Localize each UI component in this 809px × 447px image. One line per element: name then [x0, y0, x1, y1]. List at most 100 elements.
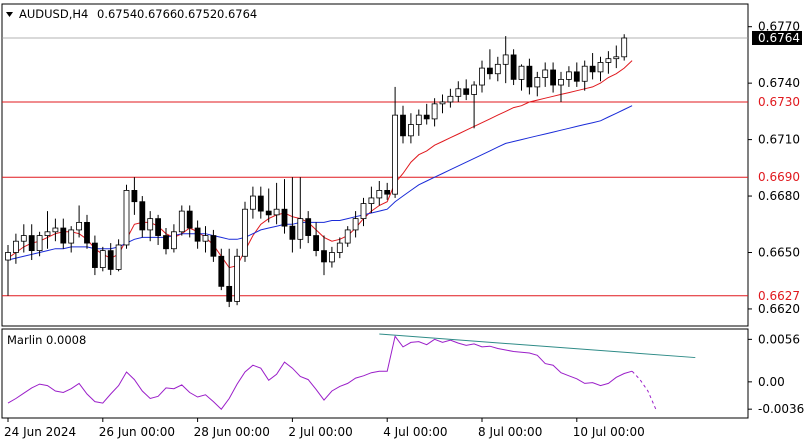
candle-body — [407, 124, 414, 137]
candle-body — [28, 235, 35, 252]
candle-body — [542, 69, 549, 78]
candle-body — [210, 235, 217, 257]
candle-body — [463, 88, 470, 95]
candle-body — [597, 62, 604, 73]
candle-body — [234, 255, 241, 302]
candle-body — [178, 210, 185, 233]
price-tick-label: 0.6620 — [758, 302, 800, 316]
ohlc-close: 0.6764 — [217, 7, 257, 21]
candle-body — [305, 218, 312, 236]
level-label: 0.6627 — [758, 289, 800, 303]
candle-body — [321, 250, 327, 263]
candle-body — [147, 218, 154, 231]
candle-body — [289, 225, 296, 240]
price-axis: 0.67700.67400.67100.66800.66500.66200.67… — [748, 20, 802, 316]
candle-body — [131, 190, 138, 203]
level-label: 0.6730 — [758, 95, 800, 109]
candle — [621, 34, 628, 61]
candle-body — [257, 195, 264, 212]
candle-body — [534, 77, 541, 88]
candle-body — [218, 255, 225, 287]
candle-body — [502, 54, 509, 65]
time-tick-label: 24 Jun 2024 — [4, 425, 76, 439]
candle-body — [423, 114, 430, 120]
candle-body — [92, 242, 98, 268]
candle-body — [344, 229, 351, 244]
candle-body — [265, 210, 272, 216]
candle-body — [68, 229, 75, 244]
candle-body — [336, 242, 343, 253]
time-tick-label: 8 Jul 00:00 — [478, 425, 542, 439]
candle-body — [621, 37, 628, 58]
candle-body — [415, 114, 422, 125]
candle-body — [99, 250, 106, 268]
candle — [234, 248, 241, 306]
candle-body — [384, 190, 391, 195]
oscillator-tick-label: 0.0056 — [758, 332, 800, 346]
candle-body — [242, 208, 248, 257]
candle-body — [60, 227, 67, 244]
candle — [123, 184, 130, 249]
candle-body — [392, 114, 399, 195]
candle-body — [313, 235, 320, 252]
candle-body — [352, 218, 359, 231]
time-tick-label: 4 Jul 00:00 — [383, 425, 447, 439]
candle-body — [368, 197, 375, 204]
candle — [242, 201, 248, 262]
time-tick-label: 26 Jun 00:00 — [99, 425, 175, 439]
candle-body — [20, 235, 27, 242]
candle-body — [115, 244, 122, 270]
candle-body — [510, 54, 517, 80]
candle-body — [281, 208, 288, 227]
time-axis: 24 Jun 2024 26 Jun 00:00 28 Jun 00:00 2 Jul… — [4, 418, 645, 439]
candle-body — [581, 65, 588, 82]
candle-body — [589, 65, 596, 73]
candle-body — [479, 67, 485, 86]
candle-body — [613, 56, 620, 60]
candle-body — [186, 210, 193, 229]
candle-body — [107, 250, 114, 270]
time-tick-label: 28 Jun 00:00 — [194, 425, 270, 439]
candle-body — [566, 71, 572, 80]
price-tick-label: 0.6650 — [758, 245, 800, 259]
candle-body — [44, 231, 51, 236]
oscillator-axis: 0.0056 0.00 -0.0036 — [748, 332, 804, 416]
candle-body — [328, 252, 335, 263]
chart-svg: 0.67700.67400.67100.66800.66500.66200.67… — [1, 3, 804, 439]
candle-body — [447, 95, 454, 103]
time-tick-label: 10 Jul 00:00 — [573, 425, 645, 439]
candle-body — [273, 208, 280, 216]
symbol-label: AUDUSD,H4 — [19, 7, 88, 21]
current-price-label: 0.6764 — [758, 31, 800, 45]
candle-body — [170, 231, 177, 250]
candle-body — [400, 114, 406, 137]
candle-body — [526, 65, 533, 88]
candle-body — [431, 103, 438, 120]
candle-body — [605, 58, 612, 63]
oscillator-tick-label: 0.00 — [758, 375, 785, 389]
indicator-title: Marlin 0.0008 — [7, 333, 86, 347]
candle-body — [558, 78, 564, 86]
candle-body — [297, 218, 304, 240]
price-tick-label: 0.6740 — [758, 76, 800, 90]
candle-body — [5, 252, 11, 261]
candle-body — [249, 195, 256, 210]
candle-body — [550, 69, 556, 86]
candle-body — [76, 221, 82, 231]
candle-body — [471, 84, 478, 95]
candle-body — [202, 235, 209, 242]
candle-body — [155, 218, 162, 236]
candle-body — [12, 240, 19, 253]
price-tick-label: 0.6680 — [758, 189, 800, 203]
candle-body — [163, 235, 169, 250]
ohlc-open: 0.6754 — [97, 7, 137, 21]
candle-body — [573, 71, 580, 82]
candle-body — [139, 201, 146, 231]
candle-body — [36, 235, 43, 252]
price-tick-label: 0.6710 — [758, 133, 800, 147]
oscillator-tick-label: -0.0036 — [758, 402, 804, 416]
candle-body — [52, 227, 59, 233]
time-tick-label: 2 Jul 00:00 — [288, 425, 352, 439]
indicator-pane-frame — [1, 328, 749, 419]
candle-body — [123, 190, 130, 246]
